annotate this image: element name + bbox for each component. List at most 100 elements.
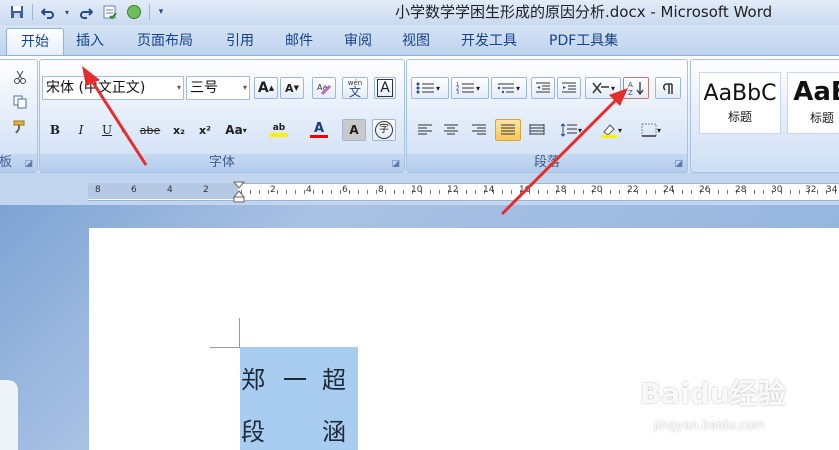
- numbering-button[interactable]: 123 ▾: [451, 77, 489, 99]
- cell-text: 郑: [241, 366, 265, 394]
- highlight-button[interactable]: ab: [262, 119, 296, 141]
- clear-format-icon[interactable]: Aa: [312, 77, 336, 99]
- grow-font-button[interactable]: A ▲: [254, 77, 278, 99]
- ruler-tick-label: 6: [342, 185, 348, 195]
- style-name: 标题: [809, 111, 834, 125]
- quick-access-toolbar: ▾ ▾: [8, 2, 166, 22]
- circle-icon[interactable]: [125, 3, 143, 21]
- copy-icon[interactable]: [9, 91, 31, 113]
- indent-marker-icon[interactable]: [232, 181, 246, 203]
- format-painter-icon[interactable]: [9, 116, 31, 138]
- tab-pdf-tools[interactable]: PDF工具集: [543, 28, 624, 54]
- align-center-icon[interactable]: [439, 119, 463, 141]
- strikethrough-button[interactable]: abe: [136, 119, 164, 141]
- clipboard-group: 板 ◪: [0, 59, 38, 173]
- clipboard-launcher-icon[interactable]: ◪: [24, 159, 33, 169]
- grow-font-label: A: [257, 80, 269, 96]
- justify-icon[interactable]: [495, 119, 521, 141]
- decrease-indent-icon[interactable]: [531, 77, 555, 99]
- styles-group: AaBbC 标题 AaB 标题: [690, 59, 839, 173]
- style-item-heading[interactable]: AaBbC 标题: [699, 72, 781, 134]
- side-panel-edge: [0, 380, 18, 450]
- separator: [32, 4, 33, 20]
- ruler-labels: 8 6 4 2 2 4 6 8 10 12 14 16 18 20 22 24 …: [0, 184, 839, 198]
- cell-text: 段: [241, 418, 265, 446]
- cell-text: 一: [283, 366, 307, 394]
- tab-home[interactable]: 开始: [6, 28, 64, 55]
- phonetic-guide-button[interactable]: wén 文: [342, 77, 368, 99]
- ruler-tick-label: 6: [131, 185, 137, 195]
- distributed-icon[interactable]: [525, 119, 549, 141]
- ruler-tick-label: 20: [591, 185, 603, 195]
- svg-text:Z: Z: [628, 89, 633, 96]
- tab-review[interactable]: 审阅: [338, 28, 378, 54]
- ruler-tick-label: 4: [306, 185, 312, 195]
- tab-mailings[interactable]: 邮件: [279, 28, 319, 54]
- spellcheck-icon[interactable]: [101, 3, 119, 21]
- ruler-tick-label: 8: [378, 185, 384, 195]
- char-shading-button[interactable]: A: [342, 119, 366, 141]
- tab-insert[interactable]: 插入: [70, 28, 110, 54]
- shading-icon[interactable]: ▾: [593, 119, 629, 141]
- superscript-button[interactable]: x²: [194, 119, 216, 141]
- underline-button[interactable]: U: [96, 119, 118, 141]
- highlight-label: ab: [272, 122, 286, 133]
- align-left-icon[interactable]: [413, 119, 437, 141]
- borders-icon[interactable]: ▾: [633, 119, 669, 141]
- save-icon[interactable]: [8, 3, 26, 21]
- tab-developer[interactable]: 开发工具: [455, 28, 523, 54]
- watermark: Baidu经验 jingyan.baidu.com: [640, 372, 830, 442]
- tab-page-layout[interactable]: 页面布局: [131, 28, 199, 54]
- font-name-combo[interactable]: 宋体 (中文正文) ▾: [42, 76, 184, 100]
- undo-icon[interactable]: [39, 3, 57, 21]
- chevron-down-icon[interactable]: ▾: [243, 77, 247, 99]
- watermark-url: jingyan.baidu.com: [654, 418, 765, 432]
- crop-mark: [239, 318, 240, 348]
- ruler-tick-label: 24: [663, 185, 675, 195]
- font-group: 宋体 (中文正文) ▾ 三号 ▾ A ▲ A ▼ Aa wén 文 A B I U …: [39, 59, 405, 173]
- font-launcher-icon[interactable]: ◪: [391, 159, 400, 169]
- ruler-tick-label: 14: [483, 185, 495, 195]
- ribbon-tabs: 开始 插入 页面布局 引用 邮件 审阅 视图 开发工具 PDF工具集: [0, 25, 839, 55]
- ruler-tick-label: 30: [771, 185, 783, 195]
- show-marks-icon[interactable]: [655, 77, 681, 99]
- bullets-button[interactable]: ▾: [411, 77, 449, 99]
- chevron-down-icon[interactable]: ▾: [177, 77, 181, 99]
- ruler-tick-label: 28: [735, 185, 747, 195]
- tab-references[interactable]: 引用: [220, 28, 260, 54]
- shrink-font-button[interactable]: A ▼: [280, 77, 304, 99]
- bold-button[interactable]: B: [44, 119, 66, 141]
- char-border-button[interactable]: A: [374, 77, 396, 99]
- paragraph-launcher-icon[interactable]: ◪: [674, 159, 683, 169]
- increase-indent-icon[interactable]: [557, 77, 581, 99]
- change-case-button[interactable]: Aa ▾: [222, 119, 250, 141]
- paragraph-group-label: 段落: [407, 154, 687, 172]
- font-size-value: 三号: [190, 80, 218, 96]
- tab-view[interactable]: 视图: [396, 28, 436, 54]
- change-case-label: Aa: [225, 123, 243, 137]
- ruler-tick-label: 18: [555, 185, 567, 195]
- customize-dropdown-icon[interactable]: ▾: [156, 3, 166, 21]
- align-right-icon[interactable]: [467, 119, 491, 141]
- ruler-tick-label: 2: [203, 185, 209, 195]
- cut-icon[interactable]: [9, 66, 31, 88]
- style-sample: AaBbC: [703, 81, 777, 106]
- font-group-label: 字体: [40, 154, 404, 172]
- redo-icon[interactable]: [77, 3, 95, 21]
- font-size-combo[interactable]: 三号 ▾: [186, 76, 250, 100]
- italic-button[interactable]: I: [70, 119, 92, 141]
- chinese-layout-button[interactable]: ▾: [585, 77, 621, 99]
- multilevel-list-button[interactable]: ▾: [491, 77, 527, 99]
- subscript-button[interactable]: x₂: [168, 119, 190, 141]
- watermark-brand: Baidu经验: [640, 377, 786, 410]
- enclose-char-button[interactable]: 字: [372, 119, 396, 141]
- font-color-button[interactable]: A: [304, 119, 334, 141]
- cell-text: 涵: [322, 418, 346, 446]
- line-spacing-icon[interactable]: ▾: [555, 119, 587, 141]
- undo-dropdown-icon[interactable]: ▾: [63, 3, 71, 21]
- sort-icon[interactable]: AZ: [623, 77, 649, 99]
- svg-text:3: 3: [456, 90, 459, 95]
- style-item-heading-2[interactable]: AaB 标题: [787, 72, 839, 134]
- underline-dropdown-icon[interactable]: ▾: [118, 119, 128, 141]
- char-border-label: A: [377, 79, 393, 97]
